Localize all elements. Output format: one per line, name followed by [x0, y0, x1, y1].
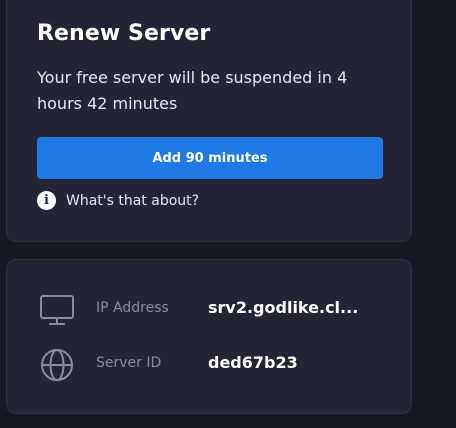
- server-info-card: IP Address srv2.godlike.cl... Server ID …: [6, 259, 412, 414]
- ip-address-row: IP Address srv2.godlike.cl...: [39, 292, 379, 328]
- monitor-icon: [40, 295, 74, 325]
- info-icon: i: [37, 191, 56, 210]
- server-id-label: Server ID: [96, 355, 162, 371]
- ip-address-value: srv2.godlike.cl...: [208, 298, 359, 317]
- ip-address-label: IP Address: [96, 300, 169, 316]
- suspension-message: Your free server will be suspended in 4 …: [37, 68, 348, 113]
- help-link-label: What's that about?: [66, 192, 200, 209]
- renew-server-card: Renew Server Your free server will be su…: [6, 0, 412, 242]
- renew-title: Renew Server: [37, 21, 211, 46]
- help-link[interactable]: i What's that about?: [37, 191, 199, 210]
- server-id-value: ded67b23: [208, 353, 298, 372]
- server-id-row: Server ID ded67b23: [39, 347, 379, 383]
- add-time-button[interactable]: Add 90 minutes: [37, 137, 383, 179]
- globe-icon: [41, 349, 73, 381]
